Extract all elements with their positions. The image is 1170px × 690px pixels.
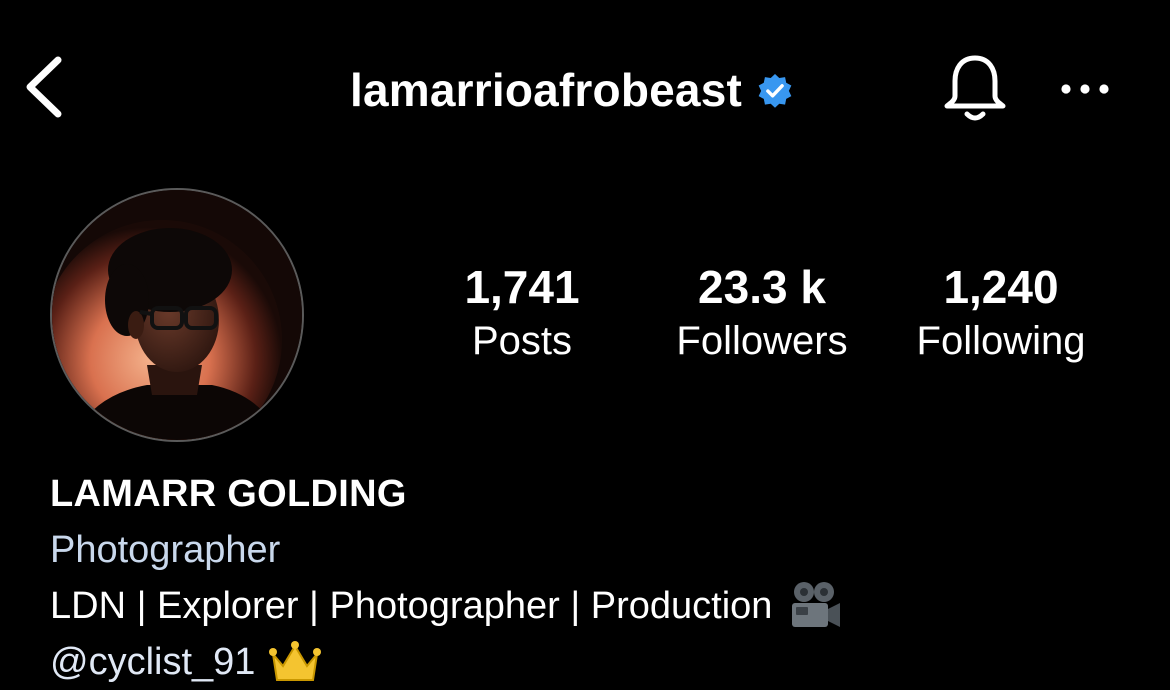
back-button[interactable] xyxy=(20,54,76,120)
posts-count[interactable]: 1,741 Posts xyxy=(442,258,602,366)
following-count[interactable]: 1,240 Following xyxy=(900,258,1102,366)
profile-bio: LAMARR GOLDING Photographer LDN | Explor… xyxy=(50,466,1150,690)
profile-avatar[interactable] xyxy=(50,188,304,442)
full-name: LAMARR GOLDING xyxy=(50,473,407,515)
header-title: lamarrioafrobeast xyxy=(350,62,794,118)
followers-label: Followers xyxy=(676,319,848,363)
following-value: 1,240 xyxy=(943,261,1059,313)
profile-header: lamarrioafrobeast xyxy=(0,40,1170,140)
posts-label: Posts xyxy=(471,319,573,363)
avatar-photo xyxy=(52,190,302,440)
crown-icon xyxy=(269,641,322,681)
following-label: Following xyxy=(916,319,1086,363)
profile-category: Photographer xyxy=(50,529,281,571)
more-horizontal-icon xyxy=(1061,84,1109,94)
bio-text: LDN | Explorer | Photographer | Producti… xyxy=(50,585,773,627)
chevron-left-icon xyxy=(26,56,62,118)
bell-icon xyxy=(944,55,1006,121)
verified-badge-icon xyxy=(758,73,792,108)
movie-camera-icon xyxy=(792,582,841,627)
bio-mention-line: @cyclist_91 xyxy=(50,634,1150,690)
username: lamarrioafrobeast xyxy=(350,64,742,116)
mention-link[interactable]: @cyclist_91 xyxy=(50,634,255,690)
followers-value: 23.3 k xyxy=(698,261,826,313)
notifications-button[interactable] xyxy=(940,52,1010,124)
more-options-button[interactable] xyxy=(1056,64,1116,114)
posts-value: 1,741 xyxy=(464,261,580,313)
followers-count[interactable]: 23.3 k Followers xyxy=(652,258,872,366)
bio-description: LDN | Explorer | Photographer | Producti… xyxy=(50,578,1150,634)
